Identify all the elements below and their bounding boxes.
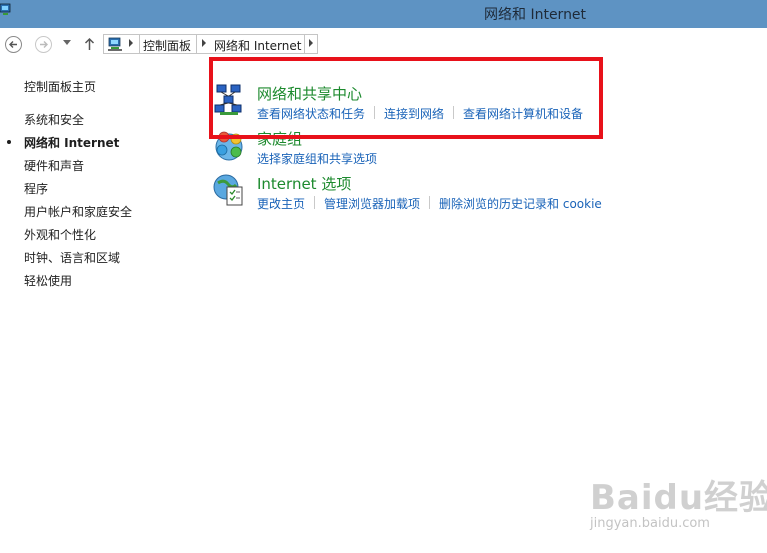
view-network-status-link[interactable]: 查看网络状态和任务 [257, 105, 365, 122]
window-title: 网络和 Internet [484, 7, 587, 23]
link-separator [429, 196, 431, 209]
connect-to-network-link[interactable]: 连接到网络 [384, 105, 444, 122]
watermark-url: jingyan.baidu.com [590, 516, 710, 531]
address-bar[interactable]: 控制面板 网络和 Internet [103, 34, 318, 54]
back-button[interactable] [5, 36, 22, 53]
homegroup-icon[interactable] [212, 128, 246, 162]
breadcrumb-separator-icon[interactable] [129, 39, 133, 47]
category-links: 更改主页 管理浏览器加载项 删除浏览的历史记录和 cookie [257, 195, 602, 212]
view-network-computers-link[interactable]: 查看网络计算机和设备 [463, 105, 583, 122]
control-panel-icon [0, 3, 11, 15]
link-separator [374, 106, 376, 119]
forward-button[interactable] [35, 36, 52, 53]
chevron-down-icon[interactable] [63, 40, 71, 46]
breadcrumb-divider [196, 35, 197, 53]
homegroup-sharing-options-link[interactable]: 选择家庭组和共享选项 [257, 150, 377, 167]
breadcrumb-divider [304, 35, 305, 53]
watermark: Baidu经验 jingyan.baidu.com [584, 470, 767, 540]
control-panel-icon [108, 37, 122, 51]
category-heading[interactable]: 家庭组 [257, 128, 302, 149]
change-home-page-link[interactable]: 更改主页 [257, 195, 305, 212]
category-heading[interactable]: 网络和共享中心 [257, 83, 362, 104]
sidebar-item-label: 网络和 Internet [24, 136, 120, 150]
category-links: 选择家庭组和共享选项 [257, 150, 377, 167]
link-separator [314, 196, 316, 209]
delete-history-link[interactable]: 删除浏览的历史记录和 cookie [439, 195, 602, 212]
back-arrow-icon [9, 41, 17, 48]
watermark-logo: Baidu经验 [590, 478, 767, 518]
link-separator [453, 106, 455, 119]
network-sharing-center-icon[interactable] [212, 83, 246, 117]
manage-addons-link[interactable]: 管理浏览器加载项 [324, 195, 420, 212]
sidebar-item-home[interactable]: 控制面板主页 [24, 78, 96, 95]
category-heading[interactable]: Internet 选项 [257, 173, 351, 194]
sidebar-item-appearance[interactable]: 外观和个性化 [24, 226, 96, 243]
up-arrow-icon[interactable] [84, 37, 95, 51]
sidebar-item-programs[interactable]: 程序 [24, 180, 48, 197]
navigation-bar: 控制面板 网络和 Internet [0, 28, 767, 61]
breadcrumb-divider [139, 35, 140, 53]
forward-arrow-icon [40, 41, 48, 48]
category-links: 查看网络状态和任务 连接到网络 查看网络计算机和设备 [257, 105, 583, 122]
sidebar-item-clock-region[interactable]: 时钟、语言和区域 [24, 249, 120, 266]
active-bullet [7, 140, 11, 144]
sidebar-item-network-internet: 网络和 Internet [7, 134, 120, 151]
sidebar-item-hardware-sound[interactable]: 硬件和声音 [24, 157, 84, 174]
breadcrumb-separator-icon[interactable] [309, 39, 313, 47]
sidebar-item-user-accounts[interactable]: 用户帐户和家庭安全 [24, 203, 132, 220]
breadcrumb-separator-icon[interactable] [202, 39, 206, 47]
sidebar-item-ease-of-access[interactable]: 轻松使用 [24, 272, 72, 289]
sidebar-item-system-security[interactable]: 系统和安全 [24, 111, 84, 128]
breadcrumb-network-internet[interactable]: 网络和 Internet [214, 37, 301, 54]
breadcrumb-control-panel[interactable]: 控制面板 [143, 37, 191, 54]
internet-options-icon[interactable] [212, 173, 246, 207]
title-bar: 网络和 Internet [0, 0, 767, 28]
